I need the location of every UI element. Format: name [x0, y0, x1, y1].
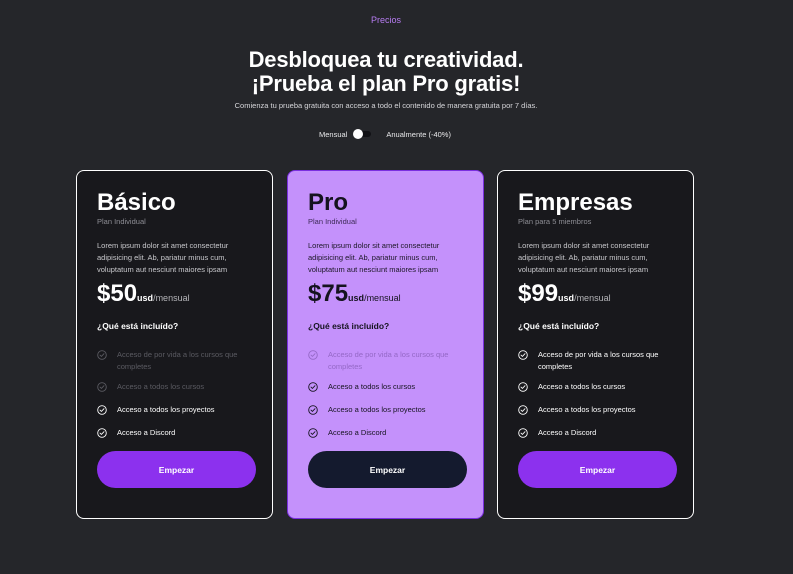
- plan-description: Lorem ipsum dolor sit amet consectetur a…: [97, 241, 229, 275]
- feature-item: Acceso a Discord: [97, 427, 247, 439]
- plan-name: Pro: [308, 189, 349, 216]
- check-circle-icon: [518, 405, 528, 415]
- toggle-knob: [353, 129, 364, 139]
- price-period: /mensual: [153, 293, 190, 303]
- feature-item: Acceso a todos los proyectos: [308, 404, 458, 416]
- feature-text: Acceso a Discord: [538, 428, 597, 437]
- feature-item: Acceso a todos los proyectos: [97, 404, 247, 416]
- feature-text: Acceso a todos los cursos: [328, 382, 416, 391]
- billing-toggle-row: Mensual Anualmente (-40%): [319, 129, 451, 139]
- check-circle-icon: [518, 382, 528, 392]
- plan-card-empresas: Empresas Plan para 5 miembros Lorem ipsu…: [497, 170, 694, 519]
- plan-name: Básico: [97, 189, 176, 216]
- plan-name: Empresas: [518, 189, 633, 216]
- feature-text: Acceso a Discord: [328, 428, 387, 437]
- plan-price: $99 usd /mensual: [518, 280, 611, 308]
- plan-description: Lorem ipsum dolor sit amet consectetur a…: [308, 241, 440, 275]
- page-title: Desbloquea tu creatividad. ¡Prueba el pl…: [0, 48, 772, 96]
- feature-item: Acceso a Discord: [518, 427, 668, 439]
- price-period: /mensual: [574, 293, 611, 303]
- monthly-label[interactable]: Mensual: [319, 130, 347, 139]
- feature-item: Acceso de por vida a los cursos que comp…: [97, 349, 247, 373]
- check-circle-icon: [97, 405, 107, 415]
- feature-text: Acceso a todos los cursos: [117, 382, 205, 391]
- included-heading: ¿Qué está incluído?: [308, 321, 390, 331]
- section-eyebrow: Precios: [370, 15, 401, 25]
- feature-text: Acceso a Discord: [117, 428, 176, 437]
- plan-price: $50 usd /mensual: [97, 280, 190, 308]
- plan-subtitle: Plan Individual: [97, 217, 146, 226]
- check-circle-icon: [308, 405, 318, 415]
- check-circle-icon: [97, 428, 107, 438]
- plan-subtitle: Plan para 5 miembros: [518, 217, 592, 226]
- check-circle-icon: [308, 350, 318, 360]
- plan-subtitle: Plan Individual: [308, 217, 357, 226]
- plan-card-basico: Básico Plan Individual Lorem ipsum dolor…: [76, 170, 273, 519]
- check-circle-icon: [308, 428, 318, 438]
- plan-description: Lorem ipsum dolor sit amet consectetur a…: [518, 241, 650, 275]
- feature-text: Acceso a todos los proyectos: [117, 405, 215, 414]
- price-period: /mensual: [364, 293, 401, 303]
- feature-item: Acceso de por vida a los cursos que comp…: [518, 349, 668, 373]
- feature-item: Acceso a todos los cursos: [97, 381, 247, 393]
- feature-text: Acceso de por vida a los cursos que comp…: [328, 350, 449, 371]
- price-currency: usd: [558, 293, 575, 303]
- price-currency: usd: [137, 293, 154, 303]
- feature-text: Acceso a todos los cursos: [538, 382, 626, 391]
- start-button[interactable]: Empezar: [518, 451, 677, 488]
- plan-card-pro: Pro Plan Individual Lorem ipsum dolor si…: [287, 170, 484, 519]
- feature-item: Acceso a todos los cursos: [518, 381, 668, 393]
- billing-period-toggle[interactable]: [351, 129, 372, 139]
- included-heading: ¿Qué está incluído?: [518, 321, 600, 331]
- feature-text: Acceso a todos los proyectos: [328, 405, 426, 414]
- feature-text: Acceso de por vida a los cursos que comp…: [538, 350, 659, 371]
- price-amount: $99: [518, 280, 559, 307]
- page-title-line-2: ¡Prueba el plan Pro gratis!: [251, 71, 521, 96]
- start-button[interactable]: Empezar: [97, 451, 256, 488]
- page-subtitle: Comienza tu prueba gratuita con acceso a…: [234, 101, 538, 110]
- annual-label[interactable]: Anualmente (-40%): [386, 130, 451, 139]
- check-circle-icon: [308, 382, 318, 392]
- feature-text: Acceso de por vida a los cursos que comp…: [117, 350, 238, 371]
- feature-item: Acceso a Discord: [308, 427, 458, 439]
- feature-item: Acceso de por vida a los cursos que comp…: [308, 349, 458, 373]
- check-circle-icon: [97, 350, 107, 360]
- page-title-line-1: Desbloquea tu creatividad.: [248, 47, 524, 72]
- feature-item: Acceso a todos los cursos: [308, 381, 458, 393]
- plan-price: $75 usd /mensual: [308, 280, 401, 308]
- feature-text: Acceso a todos los proyectos: [538, 405, 636, 414]
- price-currency: usd: [348, 293, 365, 303]
- price-amount: $75: [308, 280, 349, 307]
- start-button[interactable]: Empezar: [308, 451, 467, 488]
- check-circle-icon: [518, 350, 528, 360]
- check-circle-icon: [97, 382, 107, 392]
- feature-item: Acceso a todos los proyectos: [518, 404, 668, 416]
- included-heading: ¿Qué está incluído?: [97, 321, 179, 331]
- price-amount: $50: [97, 280, 138, 307]
- check-circle-icon: [518, 428, 528, 438]
